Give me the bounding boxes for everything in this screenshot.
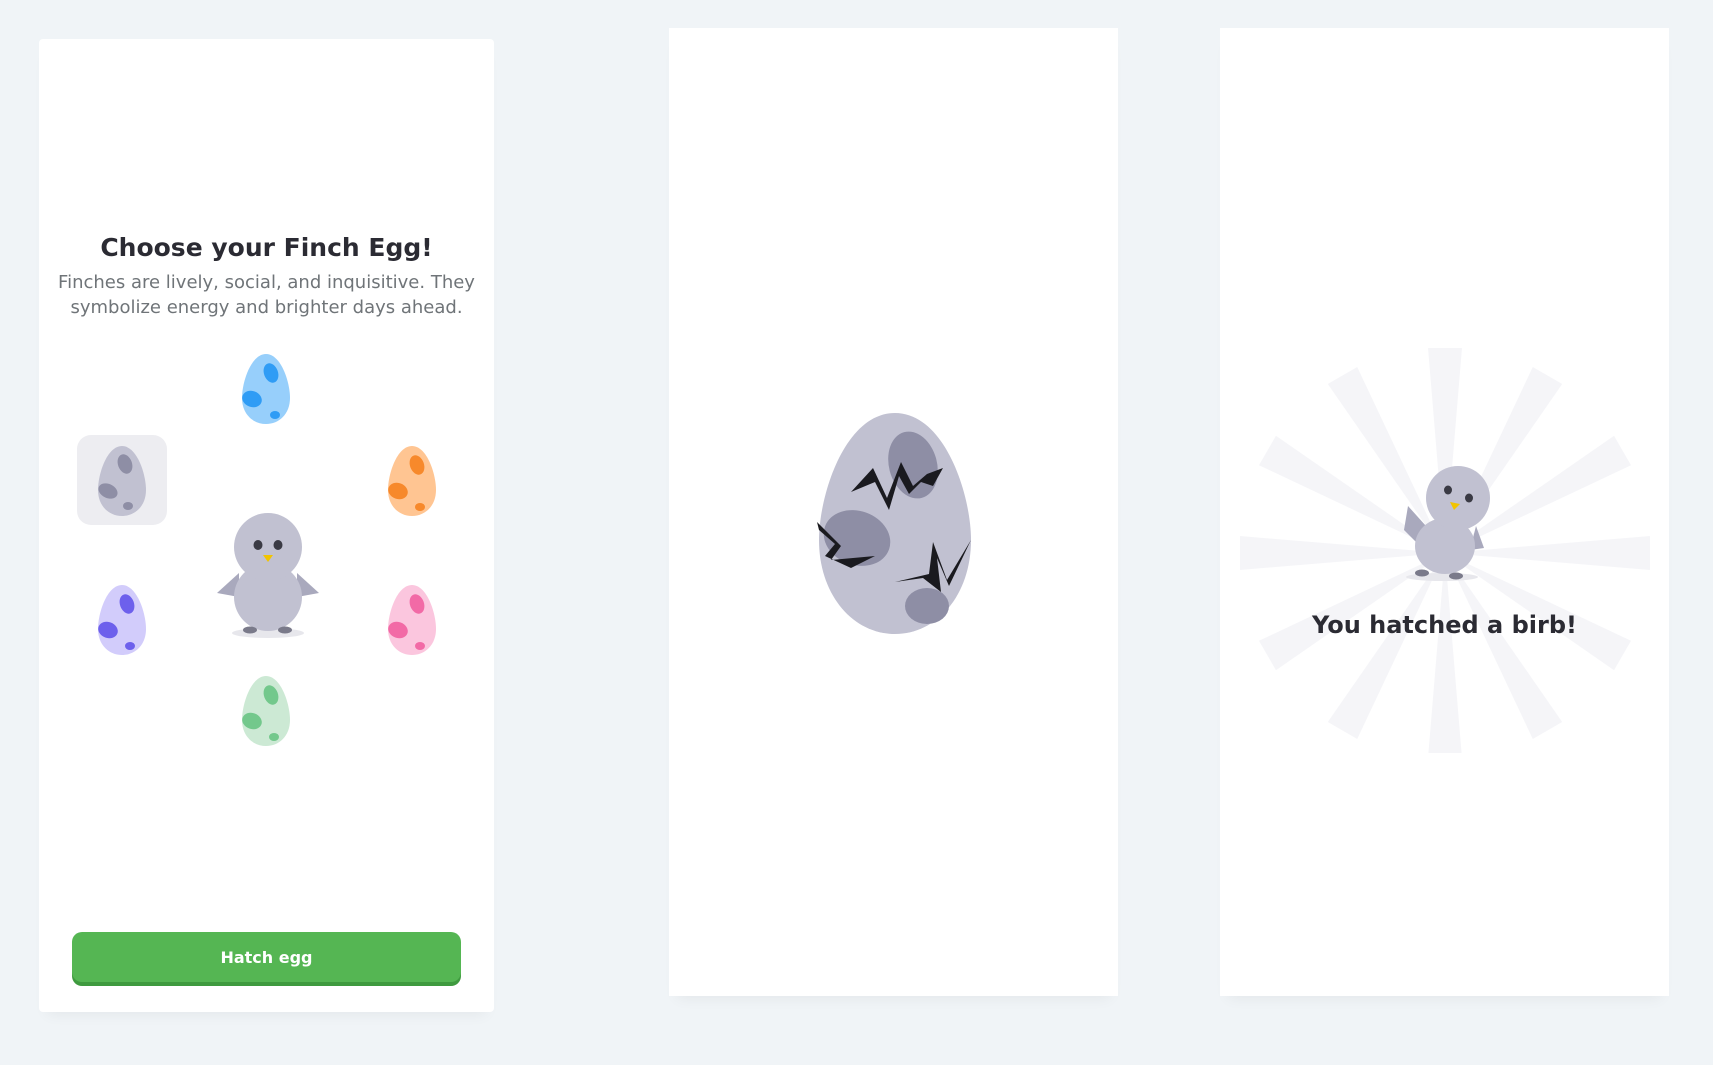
cracking-egg-icon <box>817 413 971 634</box>
egg-option-orange[interactable] <box>367 435 457 525</box>
hatch-egg-button[interactable]: Hatch egg <box>72 932 461 982</box>
egg-option-pink[interactable] <box>367 574 457 664</box>
egg-option-green[interactable] <box>221 665 311 755</box>
page-title: Choose your Finch Egg! <box>100 233 433 262</box>
egg-option-blue[interactable] <box>221 343 311 433</box>
page-subtitle: Finches are lively, social, and inquisit… <box>58 272 475 318</box>
hatching-screen <box>669 28 1118 996</box>
hatched-screen: You hatched a birb! <box>1220 28 1669 996</box>
pink-egg-icon <box>388 585 436 655</box>
egg-option-purple[interactable] <box>77 574 167 664</box>
egg-option-gray[interactable] <box>77 435 167 525</box>
finch-bird-icon <box>217 513 319 638</box>
gray-egg-icon <box>98 446 146 516</box>
purple-egg-icon <box>98 585 146 655</box>
blue-egg-icon <box>242 354 290 424</box>
finch-bird-icon <box>1404 466 1490 581</box>
choose-egg-screen: Choose your Finch Egg! Finches are livel… <box>39 39 494 1012</box>
green-egg-icon <box>242 676 290 746</box>
orange-egg-icon <box>388 446 436 516</box>
hatched-message: You hatched a birb! <box>1312 611 1577 639</box>
